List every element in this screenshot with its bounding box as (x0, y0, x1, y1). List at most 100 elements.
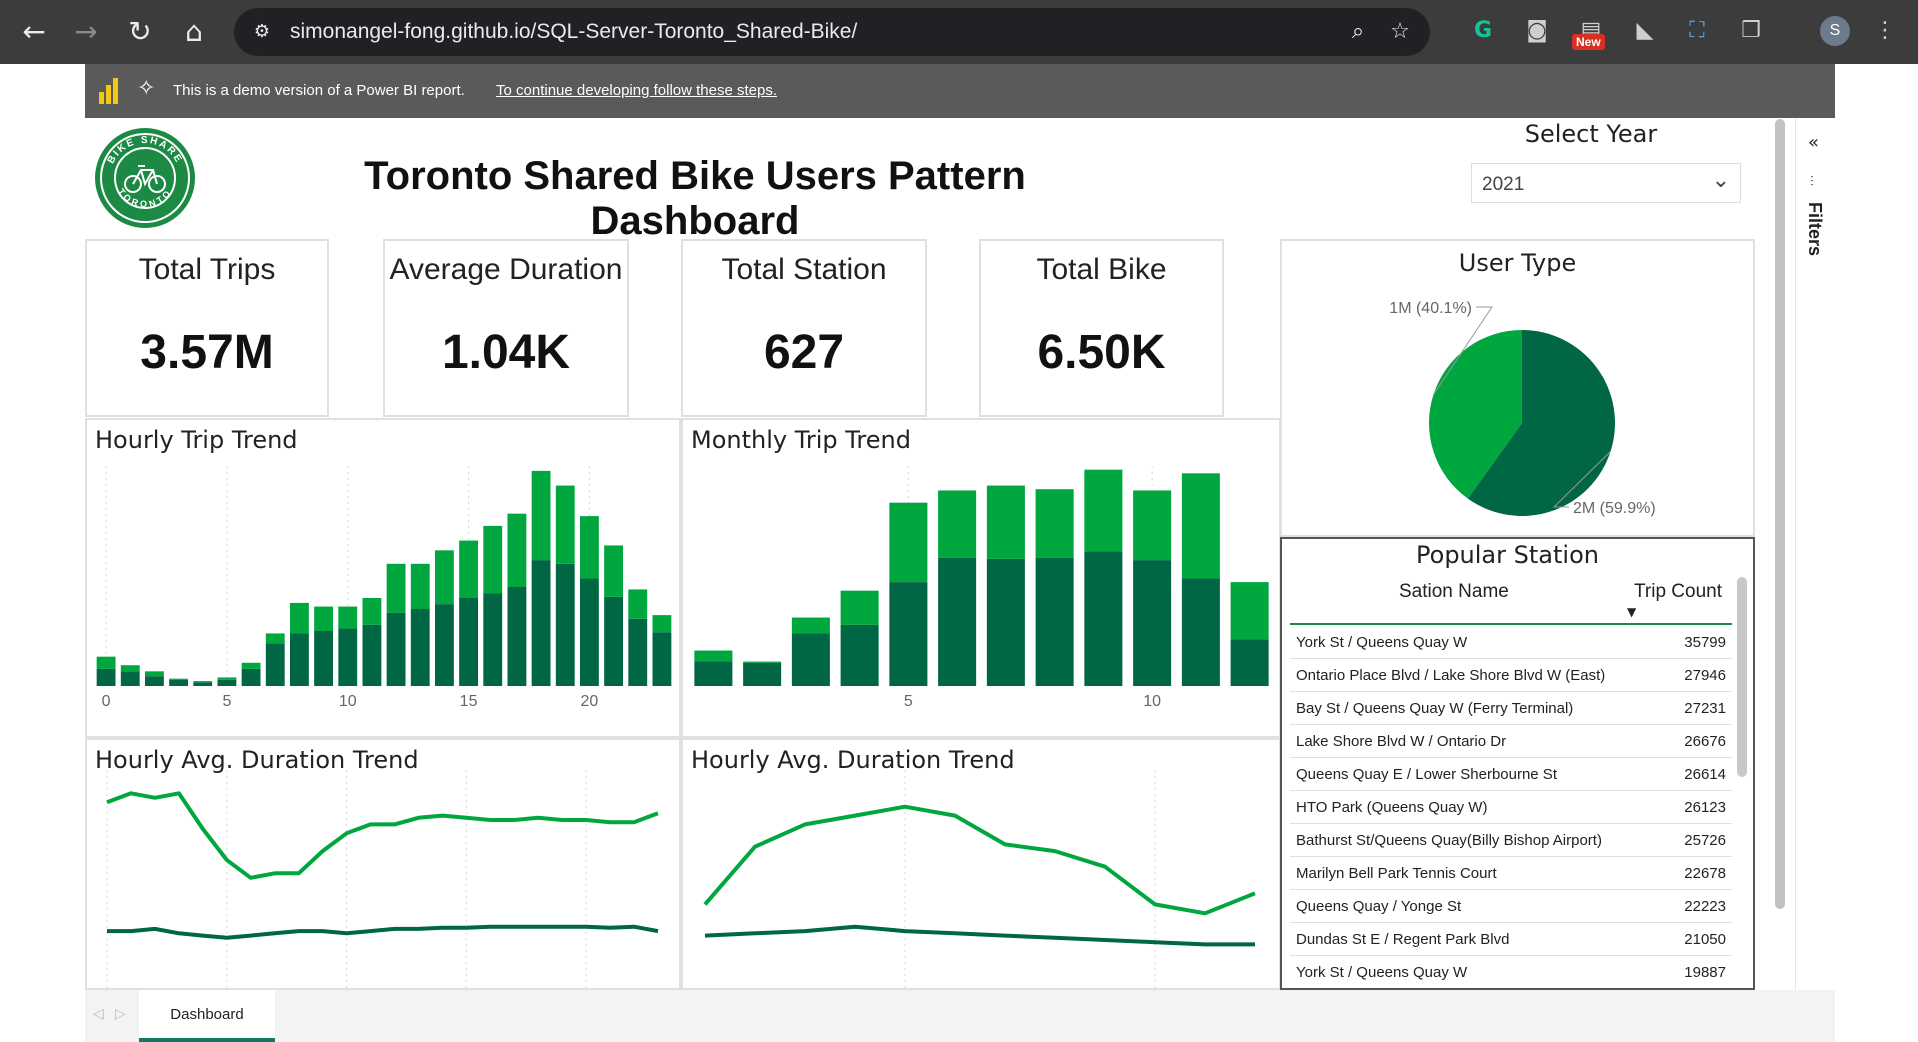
page-tab-bar: ◁ ▷ Dashboard (85, 990, 1835, 1042)
kpi-total-trips[interactable]: Total Trips 3.57M (85, 239, 329, 417)
hourly-trip-bars: 0 5 10 15 20 (96, 466, 672, 710)
bar-segment-dark (120, 671, 140, 686)
back-arrow-icon[interactable]: ← (14, 12, 54, 52)
canvas-scrollbar[interactable] (1775, 119, 1785, 909)
bar-segment-dark (604, 596, 624, 686)
kpi-value: 627 (763, 326, 845, 379)
bar-segment-dark (386, 612, 406, 686)
bar-segment-light (289, 602, 309, 634)
table-row[interactable]: Bay St / Queens Quay W (Ferry Terminal) 2… (1290, 692, 1732, 725)
kpi-average-duration[interactable]: Average Duration 1.04K (383, 239, 629, 417)
tab-prev-icon[interactable]: ◁ (93, 1006, 104, 1022)
trip-count: 27946 (1684, 667, 1726, 684)
zoom-icon[interactable]: ⌕ (1344, 18, 1372, 46)
series-line-light (106, 791, 659, 880)
station-name: HTO Park (Queens Quay W) (1296, 799, 1488, 816)
kpi-label: Total Station (721, 253, 887, 286)
site-info-icon[interactable]: ⚙ (250, 20, 274, 44)
column-header-trip-count[interactable]: Trip Count (1634, 581, 1722, 603)
bar-segment-dark (96, 668, 116, 686)
kpi-value: 3.57M (140, 326, 274, 379)
filters-label[interactable]: Filters (1804, 202, 1825, 256)
trip-count: 25726 (1684, 832, 1726, 849)
table-row[interactable]: York St / Queens Quay W 19887 (1290, 956, 1732, 988)
station-name: Lake Shore Blvd W / Ontario Dr (1296, 733, 1507, 750)
bar-segment-dark (241, 668, 261, 686)
select-year-label: Select Year (1524, 120, 1658, 148)
bar-segment-light (531, 470, 551, 561)
sort-descending-icon: ▼ (1627, 605, 1637, 619)
browser-toolbar: ← → ↻ ⌂ ⚙ simonangel-fong.github.io/SQL-… (0, 0, 1918, 64)
header-divider (1290, 623, 1732, 625)
table-row[interactable]: Ontario Place Blvd / Lake Shore Blvd W (… (1290, 659, 1732, 692)
bar-segment-dark (144, 676, 164, 686)
bar-segment-dark (986, 558, 1025, 686)
table-row[interactable]: Bathurst St/Queens Quay(Billy Bishop Air… (1290, 824, 1732, 857)
station-name: York St / Queens Quay W (1296, 964, 1468, 981)
series-line-dark (704, 924, 1255, 947)
reload-icon[interactable]: ↻ (120, 12, 160, 52)
profile-avatar[interactable]: S (1820, 16, 1850, 46)
hourly-duration-trend-chart[interactable]: Hourly Avg. Duration Trend (85, 738, 681, 990)
tab-next-icon[interactable]: ▷ (115, 1006, 126, 1022)
kpi-total-station[interactable]: Total Station 627 (681, 239, 927, 417)
menu-icon[interactable]: ⋮ (1868, 14, 1902, 48)
bar-segment-light (459, 540, 479, 598)
bar-segment-light (507, 513, 527, 587)
monthly-duration-trend-chart[interactable]: Hourly Avg. Duration Trend (681, 738, 1281, 990)
puzzle-icon[interactable]: ❒ (1734, 14, 1768, 48)
table-row[interactable]: Queens Quay E / Lower Sherbourne St 26614 (1290, 758, 1732, 791)
bar-segment-light (410, 563, 430, 609)
popular-station-table[interactable]: Popular Station Sation Name Trip Count ▼… (1280, 537, 1755, 990)
home-icon[interactable]: ⌂ (174, 12, 214, 52)
forward-arrow-icon[interactable]: → (66, 12, 106, 52)
table-row[interactable]: Dundas St E / Regent Park Blvd 21050 (1290, 923, 1732, 956)
bookmark-star-icon[interactable]: ☆ (1386, 18, 1414, 46)
table-row[interactable]: HTO Park (Queens Quay W) 26123 (1290, 791, 1732, 824)
expand-chevrons-icon[interactable]: « (1808, 132, 1819, 153)
tab-dashboard[interactable]: Dashboard (139, 990, 275, 1042)
pie-label: 1M (40.1%) (1389, 300, 1472, 317)
bar-segment-light (1035, 489, 1074, 558)
banner-link[interactable]: To continue developing follow these step… (496, 82, 777, 99)
camera-icon[interactable]: ◙ (1520, 14, 1554, 48)
chevron-down-icon: ⌄ (1711, 168, 1730, 193)
bar-segment-dark (1035, 557, 1074, 686)
table-row[interactable]: Lake Shore Blvd W / Ontario Dr 26676 (1290, 725, 1732, 758)
x-tick-label: 10 (1143, 693, 1161, 710)
station-name: Bathurst St/Queens Quay(Billy Bishop Air… (1296, 832, 1602, 849)
column-header-station[interactable]: Sation Name (1399, 581, 1509, 603)
table-scrollbar[interactable] (1737, 577, 1747, 777)
trip-count: 26676 (1684, 733, 1726, 750)
bar-segment-light (938, 490, 977, 558)
series-line-light (703, 804, 1256, 916)
bar-segment-light (314, 606, 334, 631)
monthly-trip-trend-chart[interactable]: Monthly Trip Trend 5 10 (681, 418, 1281, 738)
url-text[interactable]: simonangel-fong.github.io/SQL-Server-Tor… (290, 20, 857, 44)
bar-segment-light (386, 563, 406, 613)
table-row[interactable]: York St / Queens Quay W 35799 (1290, 626, 1732, 659)
filters-pane[interactable]: « ⫶ Filters (1795, 118, 1835, 990)
trip-count: 22223 (1684, 898, 1726, 915)
screenshot-icon[interactable]: ⛶ (1680, 14, 1714, 48)
address-bar[interactable]: ⚙ simonangel-fong.github.io/SQL-Server-T… (234, 8, 1430, 56)
bar-segment-light (169, 678, 189, 680)
table-row[interactable]: Queens Quay / Yonge St 22223 (1290, 890, 1732, 923)
monthly-duration-lines (703, 770, 1256, 988)
bar-segment-dark (459, 598, 479, 686)
bar-segment-dark (410, 609, 430, 686)
hourly-trip-trend-chart[interactable]: Hourly Trip Trend 0 5 10 15 20 (85, 418, 681, 738)
user-type-chart[interactable]: User Type 2M (59.9%) 1M (40.1%) (1280, 239, 1755, 537)
bar-segment-dark (169, 679, 189, 686)
year-dropdown[interactable]: 2021 ⌄ (1471, 163, 1741, 203)
bar-segment-light (579, 516, 599, 579)
table-body: York St / Queens Quay W 35799 Ontario Plac… (1290, 626, 1732, 988)
trip-count: 26614 (1684, 766, 1726, 783)
bar-segment-dark (694, 661, 733, 686)
extension-dark-icon[interactable]: ◣ (1628, 14, 1662, 48)
grammarly-icon[interactable]: G (1466, 14, 1500, 48)
bar-segment-light (628, 589, 648, 619)
station-name: Marilyn Bell Park Tennis Court (1296, 865, 1497, 882)
table-row[interactable]: Marilyn Bell Park Tennis Court 22678 (1290, 857, 1732, 890)
kpi-total-bike[interactable]: Total Bike 6.50K (979, 239, 1224, 417)
